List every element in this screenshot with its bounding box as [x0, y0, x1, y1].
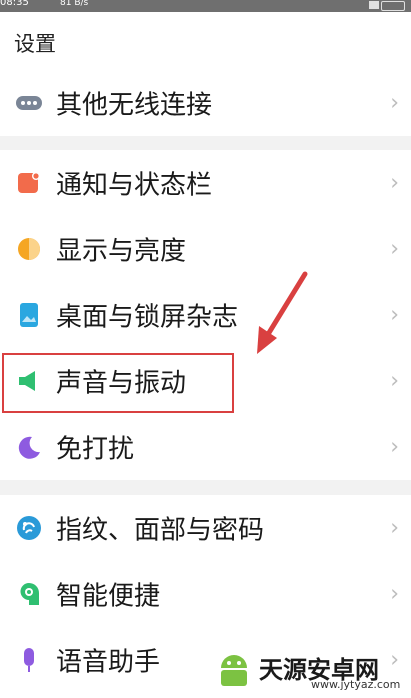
chevron-right-icon: ›	[390, 581, 399, 607]
settings-item-label: 桌面与锁屏杂志	[56, 302, 239, 333]
status-time: 08:35	[0, 0, 29, 8]
status-network-speed: 81 B/s	[60, 0, 89, 8]
chevron-right-icon: ›	[390, 302, 399, 328]
chevron-right-icon: ›	[390, 434, 399, 460]
chevron-right-icon: ›	[390, 515, 399, 541]
mic-icon	[24, 648, 34, 672]
battery-icon	[381, 1, 405, 11]
settings-item-smart-convenience[interactable]: 智能便捷 ›	[0, 561, 411, 627]
settings-item-label: 显示与亮度	[56, 236, 187, 267]
watermark-url: www.jytyaz.com	[311, 678, 401, 691]
annotation-arrow-icon	[257, 271, 308, 354]
settings-item-label: 免打扰	[56, 434, 135, 465]
chevron-right-icon: ›	[390, 368, 399, 394]
settings-group-display: 通知与状态栏 › 显示与亮度 › 桌面与锁屏杂志 › 声音与振动 › 免打扰 ›	[0, 150, 411, 480]
status-indicators	[365, 0, 405, 11]
settings-item-desktop-lockscreen[interactable]: 桌面与锁屏杂志 ›	[0, 282, 411, 348]
settings-item-fingerprint-face-password[interactable]: 指纹、面部与密码 ›	[0, 495, 411, 561]
header: 设置	[0, 12, 411, 70]
settings-item-other-wireless[interactable]: 其他无线连接 ›	[0, 70, 411, 136]
chevron-right-icon: ›	[390, 170, 399, 196]
signal-icon	[369, 1, 379, 9]
settings-item-label: 其他无线连接	[56, 90, 213, 121]
settings-item-label: 通知与状态栏	[56, 170, 213, 201]
chevron-right-icon: ›	[390, 90, 399, 116]
dots-icon	[16, 96, 42, 110]
status-bar: 08:35 81 B/s	[0, 0, 411, 12]
settings-item-do-not-disturb[interactable]: 免打扰 ›	[0, 414, 411, 480]
watermark: 天源安卓网 www.jytyaz.com	[207, 644, 407, 694]
settings-group-connections: 其他无线连接 ›	[0, 70, 411, 136]
smart-icon	[20, 583, 39, 605]
highlight-box	[2, 353, 234, 413]
settings-item-label: 指纹、面部与密码	[56, 515, 265, 546]
settings-item-display-brightness[interactable]: 显示与亮度 ›	[0, 216, 411, 282]
settings-item-label: 语音助手	[56, 647, 161, 678]
notification-icon	[18, 172, 40, 193]
android-logo-icon	[221, 655, 247, 686]
brightness-icon	[18, 238, 40, 260]
settings-item-notification[interactable]: 通知与状态栏 ›	[0, 150, 411, 216]
page-title: 设置	[14, 32, 56, 56]
moon-icon	[18, 436, 40, 459]
settings-item-label: 智能便捷	[56, 581, 161, 612]
wallpaper-icon	[20, 303, 38, 327]
fingerprint-icon	[17, 516, 41, 540]
chevron-right-icon: ›	[390, 236, 399, 262]
